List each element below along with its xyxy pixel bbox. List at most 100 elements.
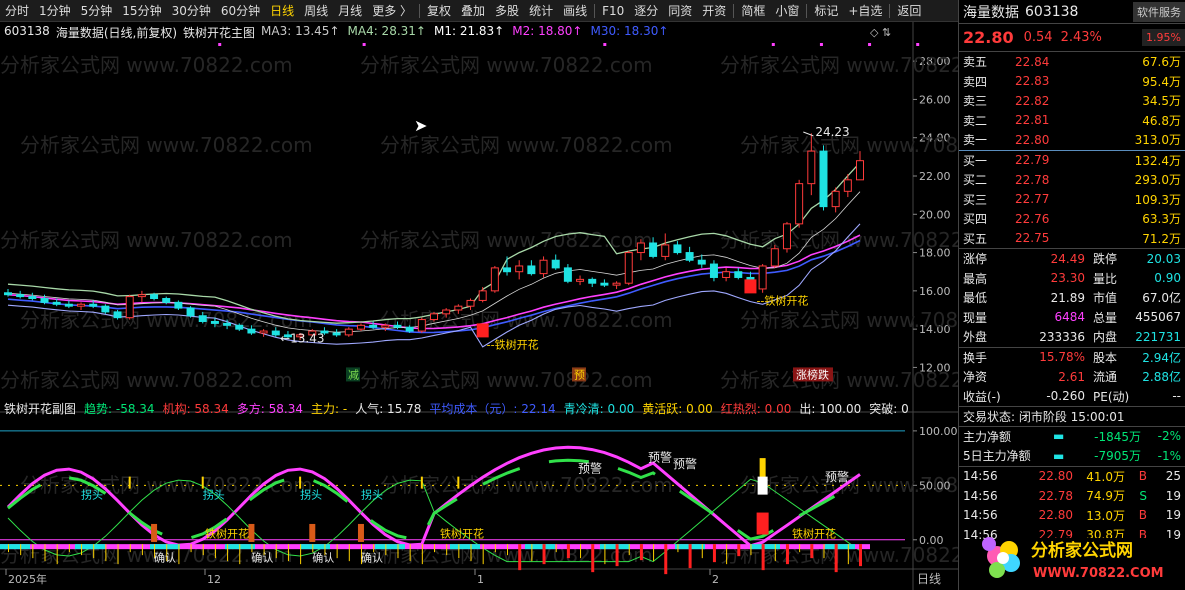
base-band-segment [300,544,330,550]
toolbar-17[interactable]: 同资 [663,0,697,22]
candle [636,242,645,254]
candle [454,305,463,311]
toolbar-6[interactable]: 日线 [265,0,299,22]
volume-bar [542,544,546,565]
toolbar-10[interactable]: 复权 [422,0,456,22]
candle [381,324,390,328]
toolbar-9[interactable]: 更多 〉 [367,0,417,22]
book-row[interactable]: 买四 22.76 63.3万 [959,209,1185,229]
toolbar-16[interactable]: 逐分 [629,0,663,22]
book-row[interactable]: 买二 22.78 293.0万 [959,170,1185,190]
activity-bar [128,476,131,489]
toolbar-21[interactable]: 标记 [809,0,843,22]
book-row[interactable]: 卖四 22.83 95.4万 [959,72,1185,92]
toolbar-14[interactable]: 画线 [558,0,592,22]
book-volume: 71.2万 [1142,231,1181,246]
toolbar-23[interactable]: 返回 [892,0,926,22]
signal-label: --铁树开花 [756,293,808,307]
volume-tick [385,544,387,556]
toolbar-2[interactable]: 5分钟 [76,0,118,22]
confirm-bar [309,523,316,542]
sub-legend-item: 出: 100.00 [799,402,862,416]
toolbar-5[interactable]: 60分钟 [216,0,265,22]
stock-name: 海量数据 [55,26,104,40]
chart-svg[interactable]: 28.0026.0024.0022.0020.0018.0016.0014.00… [0,22,1033,590]
industry-tag[interactable]: 软件服务 [1133,1,1185,22]
volume-bar [737,544,741,557]
volume-tick [227,544,229,562]
book-row[interactable]: 买三 22.77 109.3万 [959,190,1185,210]
ma-legend-item: M2: 18.80↑ [512,24,583,38]
y-tick-label: 16.00 [919,285,951,298]
volume-tick [604,544,606,565]
stat-value: 15.78% [1039,350,1085,365]
candle [527,265,536,275]
stat-value: 2.94亿 [1142,350,1181,365]
book-level: 卖三 [963,94,988,109]
toolbar-7[interactable]: 周线 [299,0,333,22]
volume-tick [494,544,496,553]
chart-toolbar: 分时 1分钟 5分钟 15分钟 30分钟 60分钟 日线 周线 月线 更多 〉复权 叠加 多股 统计 画线… [0,0,960,22]
book-row[interactable]: 卖二 22.81 46.8万 [959,111,1185,131]
toolbar-18[interactable]: 开资 [697,0,731,22]
toolbar-22[interactable]: +自选 [843,0,887,22]
toolbar-8[interactable]: 月线 [333,0,367,22]
candle [819,150,828,208]
book-price: 22.79 [1015,153,1050,168]
signal-dot [218,43,222,46]
toolbar-11[interactable]: 叠加 [456,0,490,22]
base-band-segment [75,544,105,550]
volume-bar [664,544,668,575]
candle [77,303,86,307]
flow-row: 主力净额 ▬ -1845万 -2% [959,427,1185,447]
volume-bar [615,544,619,567]
sub-indicator-name[interactable]: 铁树开花副图 [4,400,76,417]
candle [101,305,110,313]
turnover-badge: 1.95% [1142,29,1185,46]
candle [247,328,256,334]
toolbar-19[interactable]: 简框 [736,0,770,22]
book-row[interactable]: 卖五 22.84 67.6万 [959,52,1185,72]
fundamentals-table: 换手 15.78% 股本 2.94亿 净资 2.61 流通 2.88亿 收益(-) -0.260 P… [959,348,1185,407]
signal-block [744,279,757,294]
volume-tick [81,544,83,556]
tick-time: 14:56 [963,469,998,484]
chart-area[interactable]: 28.00 26.00 24.00 22.00 20.00 18.00 16.00 14.00… [0,22,1033,590]
book-level: 卖二 [963,113,988,128]
candle [271,330,280,336]
toolbar-0[interactable]: 分时 [0,0,34,22]
book-row[interactable]: 卖一 22.80 313.0万 [959,130,1185,150]
book-row[interactable]: 买五 22.75 71.2万 [959,229,1185,249]
book-level: 买三 [963,192,988,207]
base-band-segment [375,544,405,550]
activity-bar [457,476,460,489]
book-row[interactable]: 买一 22.79 132.4万 [959,151,1185,171]
flow-value: -1845万 [1094,429,1141,444]
book-price: 22.77 [1015,192,1050,207]
volume-tick [287,544,289,562]
volume-tick [239,544,241,565]
signal-dot [819,43,823,46]
volume-tick [653,544,655,562]
stat-row: 外盘 233336 内盘 221731 [959,327,1185,347]
candle [770,248,779,267]
volume-tick [178,544,180,565]
toolbar-20[interactable]: 小窗 [770,0,804,22]
book-row[interactable]: 卖三 22.82 34.5万 [959,91,1185,111]
toolbar-3[interactable]: 15分钟 [117,0,166,22]
volume-bar [785,544,789,565]
candle [734,271,743,278]
toolbar-15[interactable]: F10 [597,0,629,22]
candle [551,259,560,269]
candle [503,267,512,273]
indicator-name[interactable]: 铁树开花主图 [183,24,255,41]
candle [356,324,365,330]
volume-tick [799,544,801,553]
toolbar-12[interactable]: 多股 [490,0,524,22]
toolbar-4[interactable]: 30分钟 [167,0,216,22]
tick-count: 19 [1165,488,1181,503]
volume-tick [93,544,95,559]
toolbar-1[interactable]: 1分钟 [34,0,76,22]
watermark-text: 分析家公式网 www.70822.com [20,133,313,157]
toolbar-13[interactable]: 统计 [524,0,558,22]
